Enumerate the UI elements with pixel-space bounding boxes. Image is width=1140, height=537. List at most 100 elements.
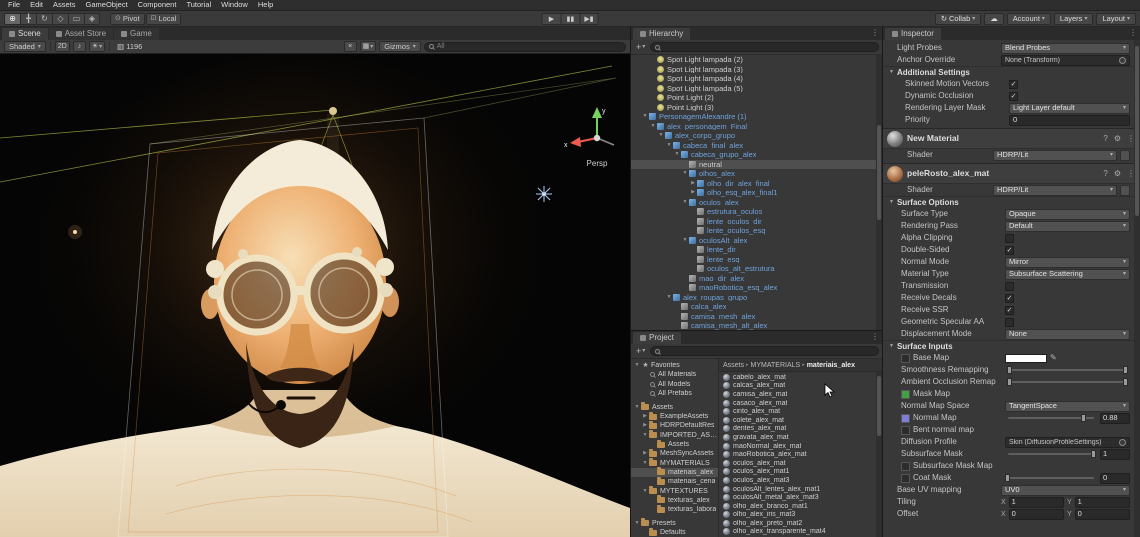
asset-item[interactable]: cinto_alex_mat <box>719 407 882 416</box>
panel-menu-icon[interactable]: ⋮ <box>1129 29 1137 37</box>
dropdown[interactable]: Light Layer default▾ <box>1009 103 1130 114</box>
asset-item[interactable]: olho_alex_preto_mat2 <box>719 519 882 528</box>
checkbox[interactable]: ✓ <box>1009 80 1018 89</box>
shader-dropdown[interactable]: HDRP/Lit▾ <box>993 185 1117 196</box>
texture-thumb[interactable] <box>901 474 910 483</box>
y-field[interactable]: 0 <box>1075 509 1130 520</box>
hierarchy-item[interactable]: Point Light (3) <box>631 103 882 113</box>
expand-arrow[interactable]: ▶ <box>641 423 649 428</box>
checkbox[interactable] <box>1005 282 1014 291</box>
hierarchy-item[interactable]: Spot Light lampada (2) <box>631 55 882 65</box>
folder-item[interactable]: All Prefabs <box>631 389 718 398</box>
asset-item[interactable]: maoRobotica_alex_mat <box>719 450 882 459</box>
project-scrollbar[interactable] <box>876 372 882 537</box>
dropdown[interactable]: None▾ <box>1005 329 1130 340</box>
expand-arrow[interactable]: ▶ <box>641 451 649 456</box>
audio-toggle[interactable]: ♪ <box>73 41 86 52</box>
collab-button[interactable]: ↻ Collab ▾ <box>935 13 982 25</box>
expand-arrow[interactable]: ▼ <box>673 152 681 157</box>
asset-item[interactable]: calcas_alex_mat <box>719 382 882 391</box>
expand-arrow[interactable]: ▼ <box>641 461 649 466</box>
minmax-slider[interactable] <box>1008 369 1127 371</box>
checkbox[interactable]: ✓ <box>1005 294 1014 303</box>
dropdown[interactable]: Subsurface Scattering▾ <box>1005 269 1130 280</box>
foldout[interactable]: ▼Additional Settings <box>883 66 1140 78</box>
scene-search-input[interactable]: All <box>424 42 626 52</box>
minmax-slider[interactable] <box>1008 381 1127 383</box>
persp-label[interactable]: Persp <box>587 159 608 168</box>
hierarchy-item[interactable]: lente_oculos_esq <box>631 226 882 236</box>
layers-dropdown[interactable]: Layers ▾ <box>1054 13 1094 25</box>
slider[interactable] <box>1008 477 1094 479</box>
gear-icon[interactable]: ⚙ <box>1113 135 1122 143</box>
shading-mode-dropdown[interactable]: Shaded ▾ <box>4 41 46 52</box>
asset-item[interactable]: olho_alex_transparente_mat4 <box>719 528 882 537</box>
hierarchy-scrollbar[interactable] <box>876 55 882 330</box>
project-search-input[interactable] <box>650 346 879 356</box>
min-knob[interactable] <box>1007 378 1012 386</box>
folder-item[interactable]: materiais_cena <box>631 477 718 486</box>
dropdown[interactable]: Mirror▾ <box>1005 257 1130 268</box>
text-field[interactable]: 0 <box>1009 115 1130 126</box>
texture-thumb[interactable] <box>901 390 910 399</box>
checkbox[interactable]: ✓ <box>1009 92 1018 101</box>
asset-item[interactable]: casaco_alex_mat <box>719 399 882 408</box>
expand-arrow[interactable]: ▼ <box>681 200 689 205</box>
hierarchy-item[interactable]: ▼olhos_alex <box>631 169 882 179</box>
hierarchy-item[interactable]: maoRobotica_esq_alex <box>631 283 882 293</box>
expand-arrow[interactable]: ▼ <box>681 238 689 243</box>
asset-item[interactable]: maoNormal_alex_mat <box>719 442 882 451</box>
menu-gameobject[interactable]: GameObject <box>81 1 133 9</box>
expand-arrow[interactable]: ▼ <box>641 489 649 494</box>
slider[interactable] <box>1008 453 1094 455</box>
dropdown[interactable]: Opaque▾ <box>1005 209 1130 220</box>
hierarchy-search-input[interactable] <box>650 42 879 52</box>
account-dropdown[interactable]: Account ▾ <box>1007 13 1051 25</box>
asset-item[interactable]: cabelo_alex_mat <box>719 373 882 382</box>
texture-thumb[interactable] <box>901 426 910 435</box>
slider[interactable] <box>1008 417 1094 419</box>
expand-arrow[interactable]: ▼ <box>633 521 641 526</box>
folder-item[interactable]: ▶MeshSyncAssets <box>631 449 718 458</box>
hierarchy-item[interactable]: camisa_mesh_alt_alex <box>631 321 882 330</box>
min-knob[interactable] <box>1007 366 1012 374</box>
hierarchy-item[interactable]: neutral <box>631 160 882 170</box>
scale-tool[interactable]: ◇ <box>52 13 68 25</box>
slider-knob[interactable] <box>1005 474 1010 482</box>
asset-item[interactable]: oculosAlt_metal_alex_mat3 <box>719 493 882 502</box>
asset-item[interactable]: olho_alex_branco_mat1 <box>719 502 882 511</box>
tab-scene[interactable]: Scene <box>2 28 48 40</box>
effects-toggle[interactable]: ☀ ▾ <box>89 41 105 52</box>
asset-item[interactable]: camisa_alex_mat <box>719 390 882 399</box>
texture-thumb[interactable] <box>901 414 910 423</box>
folder-item[interactable]: ▼Assets <box>631 403 718 412</box>
hierarchy-item[interactable]: ▼oculos_alex <box>631 198 882 208</box>
local-toggle[interactable]: ⊡ Local <box>146 13 182 25</box>
object-picker-icon[interactable] <box>1119 439 1126 446</box>
checkbox[interactable]: ✓ <box>1005 306 1014 315</box>
scrollbar-thumb[interactable] <box>877 125 881 220</box>
expand-arrow[interactable]: ▼ <box>641 114 649 119</box>
checkbox[interactable] <box>1005 234 1014 243</box>
shader-dropdown[interactable]: HDRP/Lit▾ <box>993 150 1117 161</box>
folder-item[interactable]: ▼Presets <box>631 519 718 528</box>
stats-chip[interactable]: ▥ 1196 <box>114 41 145 52</box>
value-field[interactable]: 0.88 <box>1100 413 1130 424</box>
asset-item[interactable]: oculos_alex_mat3 <box>719 476 882 485</box>
help-icon[interactable]: ? <box>1102 135 1108 143</box>
hierarchy-item[interactable]: Spot Light lampada (4) <box>631 74 882 84</box>
2d-toggle[interactable]: 2D <box>55 41 70 52</box>
scene-canvas[interactable]: x y Persp <box>0 54 630 537</box>
y-field[interactable]: 1 <box>1075 497 1130 508</box>
tab-hierarchy[interactable]: Hierarchy <box>633 28 690 40</box>
object-field[interactable]: Skin (DiffusionProfileSettings) <box>1005 437 1130 448</box>
tab-asset-store[interactable]: Asset Store <box>49 28 113 40</box>
hierarchy-item[interactable]: ▼alex_personagem_Final <box>631 122 882 132</box>
asset-item[interactable]: gravata_alex_mat <box>719 433 882 442</box>
menu-assets[interactable]: Assets <box>48 1 81 9</box>
folder-item[interactable]: ▶ExampleAssets <box>631 412 718 421</box>
scene-viewport[interactable]: x y Persp <box>0 54 630 537</box>
hierarchy-item[interactable]: ▼oculosAlt_alex <box>631 236 882 246</box>
object-field[interactable]: None (Transform) <box>1001 55 1130 66</box>
play-button[interactable]: ▶ <box>542 13 561 25</box>
